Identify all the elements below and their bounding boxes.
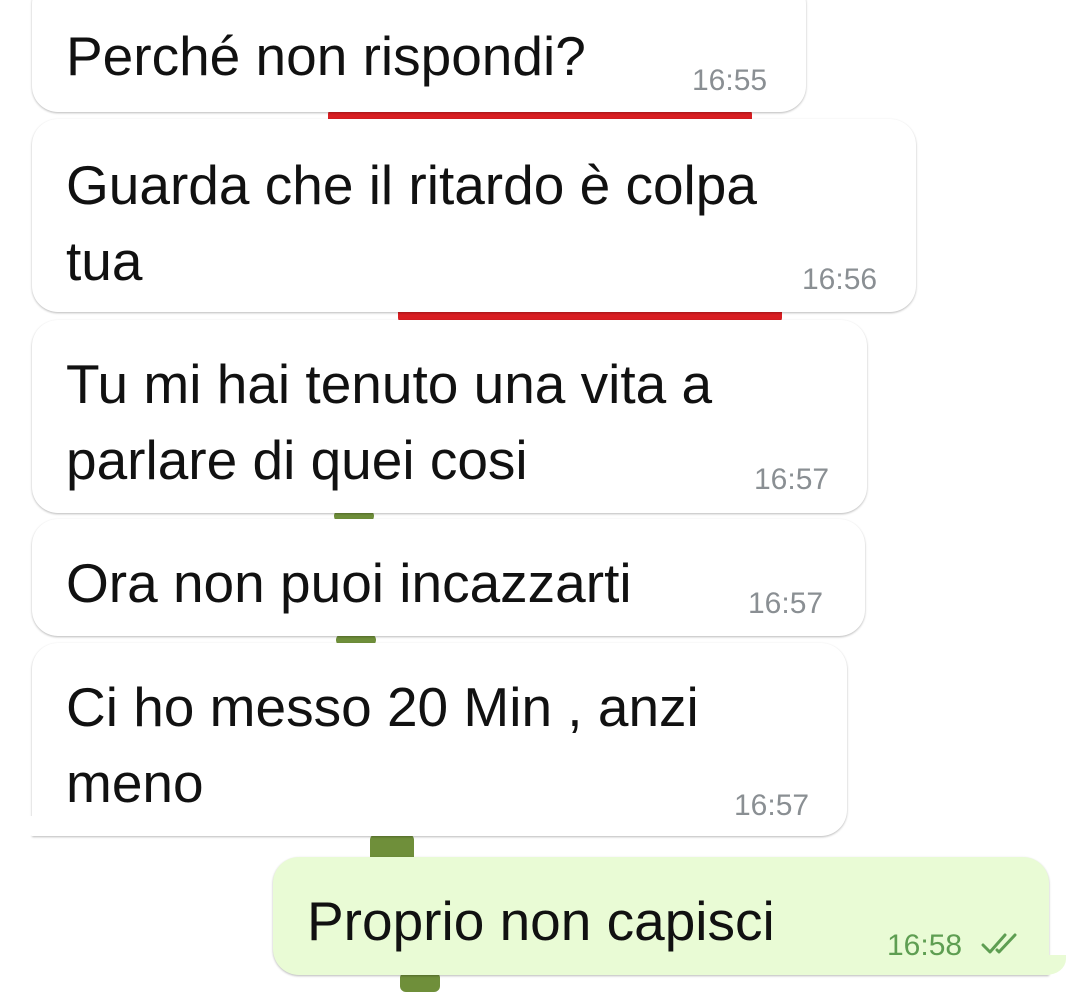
message-timestamp: 16:58 <box>887 929 963 962</box>
message-tail <box>14 816 44 836</box>
incoming-message-bubble[interactable]: Perché non rispondi? 16:55 <box>32 0 806 112</box>
message-timestamp: 16:56 <box>802 263 878 296</box>
message-text: Ci ho messo 20 Min , anzi meno <box>66 676 699 814</box>
message-text: Guarda che il ritardo è colpa tua <box>66 154 757 292</box>
message-text: Proprio non capisci <box>307 890 775 952</box>
incoming-message-bubble[interactable]: Ora non puoi incazzarti 16:57 <box>32 519 865 636</box>
message-timestamp: 16:57 <box>734 789 810 822</box>
message-tail <box>1036 955 1066 975</box>
double-check-read-icon <box>981 933 1017 954</box>
message-text: Perché non rispondi? <box>66 25 586 87</box>
message-timestamp: 16:55 <box>692 64 768 97</box>
wallpaper-rose-stem <box>400 972 440 992</box>
incoming-message-bubble[interactable]: Guarda che il ritardo è colpa tua 16:56 <box>32 119 916 312</box>
message-timestamp: 16:57 <box>754 463 830 496</box>
message-text: Ora non puoi incazzarti <box>66 552 632 614</box>
outgoing-message-bubble[interactable]: Proprio non capisci 16:58 <box>273 857 1049 975</box>
incoming-message-bubble[interactable]: Ci ho messo 20 Min , anzi meno 16:57 <box>32 643 847 836</box>
incoming-message-bubble[interactable]: Tu mi hai tenuto una vita a parlare di q… <box>32 320 867 513</box>
message-text: Tu mi hai tenuto una vita a parlare di q… <box>66 353 713 491</box>
message-timestamp: 16:57 <box>748 587 824 620</box>
